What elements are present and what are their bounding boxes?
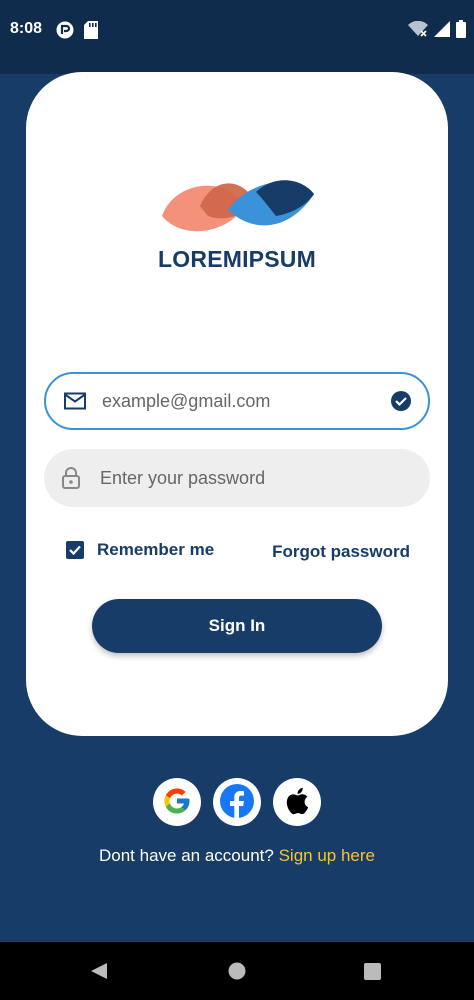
login-card: LOREMIPSUM Remember me Forgot password S… xyxy=(26,72,448,736)
google-icon xyxy=(162,786,192,819)
check-circle-icon xyxy=(390,390,412,412)
password-field-container[interactable] xyxy=(44,449,430,507)
email-input[interactable] xyxy=(102,374,382,428)
remember-me-checkbox[interactable] xyxy=(66,541,84,559)
navigation-bar xyxy=(0,942,474,1000)
sign-in-button[interactable]: Sign In xyxy=(92,599,382,653)
lock-icon xyxy=(62,467,80,489)
facebook-icon xyxy=(219,783,255,822)
signup-prompt: Dont have an account? Sign up here xyxy=(0,846,474,866)
signup-prompt-text: Dont have an account? xyxy=(99,846,274,865)
sd-card-icon xyxy=(84,21,98,44)
remember-me-row[interactable]: Remember me xyxy=(66,540,214,560)
wifi-off-icon xyxy=(408,20,428,42)
brand-name: LOREMIPSUM xyxy=(158,246,316,272)
recents-icon[interactable] xyxy=(364,963,381,985)
signal-icon xyxy=(434,21,450,42)
back-icon[interactable] xyxy=(90,962,108,985)
mail-icon xyxy=(64,392,86,410)
facebook-login-button[interactable] xyxy=(213,778,261,826)
apple-login-button[interactable] xyxy=(273,778,321,826)
app-notification-icon xyxy=(56,21,74,44)
apple-icon xyxy=(285,787,309,818)
battery-icon xyxy=(456,20,466,43)
status-time: 8:08 xyxy=(10,20,43,37)
google-login-button[interactable] xyxy=(153,778,201,826)
home-icon[interactable] xyxy=(228,962,246,985)
remember-me-label[interactable]: Remember me xyxy=(97,540,214,560)
brand-logo xyxy=(160,176,316,243)
status-bar: 8:08 xyxy=(0,0,474,74)
sign-up-link[interactable]: Sign up here xyxy=(279,846,375,865)
forgot-password-link[interactable]: Forgot password xyxy=(272,542,410,562)
social-login-row xyxy=(0,778,474,826)
password-input[interactable] xyxy=(100,449,384,507)
email-field-container[interactable] xyxy=(44,372,430,430)
